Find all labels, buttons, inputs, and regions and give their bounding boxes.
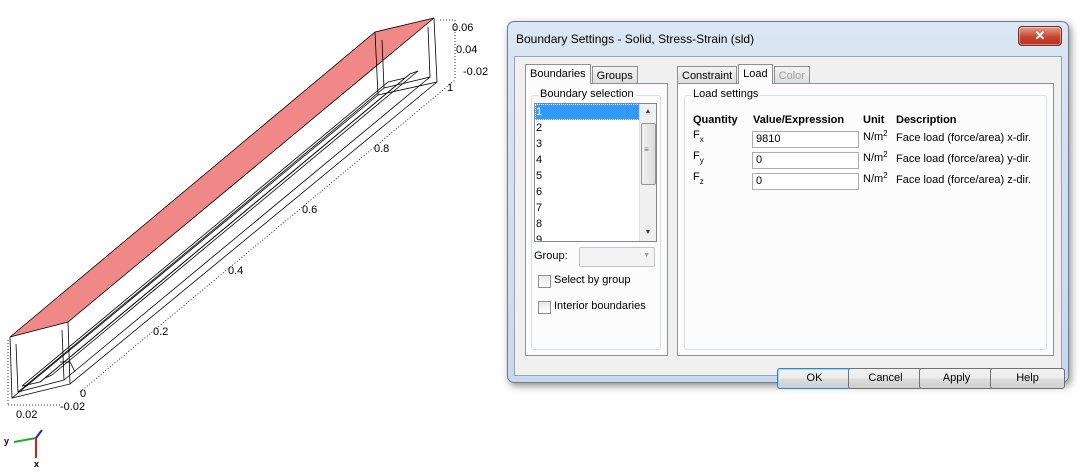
beam-geometry: 0.2 0.4 0.6 0.8 1 0.06 0.04 -0.02 0.02 0… [4, 17, 488, 469]
scrollbar-thumb[interactable] [641, 123, 656, 185]
cancel-button[interactable]: Cancel [848, 368, 923, 389]
list-item[interactable]: 3 [535, 136, 656, 152]
scroll-down-icon[interactable]: ▼ [640, 225, 656, 241]
quantity-fz: Fz [693, 171, 704, 186]
boundaries-panel: Boundary selection 1 2 3 4 5 6 7 8 9 ▲ ≡… [525, 83, 668, 356]
unit-fy: N/m2 [863, 150, 888, 164]
list-item[interactable]: 6 [535, 184, 656, 200]
triad-x-label: x [34, 459, 39, 469]
grip-icon: ≡ [644, 145, 649, 154]
tick-x-5: 1 [447, 82, 453, 94]
apply-button[interactable]: Apply [919, 368, 994, 389]
tick-z-3: -0.02 [463, 66, 488, 78]
tick-z-2: 0.04 [456, 44, 477, 56]
boundary-listbox[interactable]: 1 2 3 4 5 6 7 8 9 ▲ ≡ ▼ [534, 103, 657, 242]
tab-constraint[interactable]: Constraint [677, 66, 738, 84]
list-item[interactable]: 9 [535, 232, 656, 241]
tick-z-1: 0.06 [452, 22, 473, 34]
column-quantity: Quantity [693, 114, 738, 126]
dialog-title: Boundary Settings - Solid, Stress-Strain… [516, 32, 755, 46]
column-unit: Unit [863, 114, 885, 126]
close-icon: ✕ [1034, 28, 1046, 43]
load-panel: Load settings Quantity Value/Expression … [677, 83, 1054, 356]
column-description: Description [896, 114, 957, 126]
right-tabstrip: Constraint Load Color [677, 64, 811, 84]
tick-x-1: 0.2 [153, 326, 168, 338]
interior-boundaries-checkbox[interactable] [538, 301, 551, 314]
description-fx: Face load (force/area) x-dir. [896, 132, 1032, 144]
triad-y-label: y [4, 436, 9, 446]
highlighted-top-face [9, 17, 435, 338]
fx-value-field[interactable] [752, 131, 859, 148]
column-value: Value/Expression [753, 114, 845, 126]
list-scrollbar[interactable]: ▲ ≡ ▼ [639, 104, 656, 241]
group-combobox[interactable]: ▼ [579, 247, 655, 267]
fy-value-field[interactable] [752, 152, 859, 169]
quantity-fx: Fx [693, 129, 704, 144]
tick-bottom-3: -0.02 [60, 401, 85, 413]
list-item[interactable]: 8 [535, 216, 656, 232]
tab-load[interactable]: Load [738, 64, 773, 84]
fz-value-field[interactable] [752, 173, 859, 190]
tab-boundaries[interactable]: Boundaries [525, 64, 591, 84]
ok-button[interactable]: OK [777, 368, 852, 389]
geometry-viewport[interactable]: 0.2 0.4 0.6 0.8 1 0.06 0.04 -0.02 0.02 0… [0, 0, 500, 472]
dialog-titlebar[interactable]: Boundary Settings - Solid, Stress-Strain… [508, 22, 1068, 56]
list-item[interactable]: 7 [535, 200, 656, 216]
quantity-fy: Fy [693, 150, 704, 165]
tab-groups[interactable]: Groups [591, 66, 638, 84]
list-item[interactable]: 2 [535, 120, 656, 136]
group-label: Group: [534, 250, 568, 262]
tick-bottom-1: 0.02 [16, 409, 37, 421]
tick-x-4: 0.8 [374, 143, 389, 155]
list-item[interactable]: 5 [535, 168, 656, 184]
scroll-up-icon[interactable]: ▲ [640, 104, 656, 120]
list-item[interactable]: 4 [535, 152, 656, 168]
boundary-settings-dialog: Boundary Settings - Solid, Stress-Strain… [507, 21, 1069, 389]
boundary-selection-title: Boundary selection [538, 88, 636, 100]
select-by-group-checkbox[interactable] [538, 275, 551, 288]
interior-boundaries-label: Interior boundaries [554, 300, 646, 312]
description-fz: Face load (force/area) z-dir. [896, 174, 1032, 186]
load-settings-title: Load settings [691, 88, 761, 100]
close-button[interactable]: ✕ [1018, 26, 1062, 46]
tick-x-3: 0.6 [302, 204, 317, 216]
dialog-client-area: Boundaries Groups Boundary selection 1 2… [514, 56, 1065, 389]
unit-fz: N/m2 [863, 171, 888, 185]
help-button[interactable]: Help [990, 368, 1065, 389]
left-tabstrip: Boundaries Groups [525, 64, 639, 84]
chevron-down-icon: ▼ [643, 252, 650, 259]
tick-x-2: 0.4 [228, 265, 243, 277]
list-item[interactable]: 1 [535, 104, 656, 120]
unit-fx: N/m2 [863, 129, 888, 143]
axis-triad-icon: y x [4, 429, 43, 469]
description-fy: Face load (force/area) y-dir. [896, 153, 1032, 165]
tick-bottom-2: 0 [80, 388, 86, 400]
select-by-group-label: Select by group [554, 274, 631, 286]
tab-color: Color [773, 66, 810, 84]
